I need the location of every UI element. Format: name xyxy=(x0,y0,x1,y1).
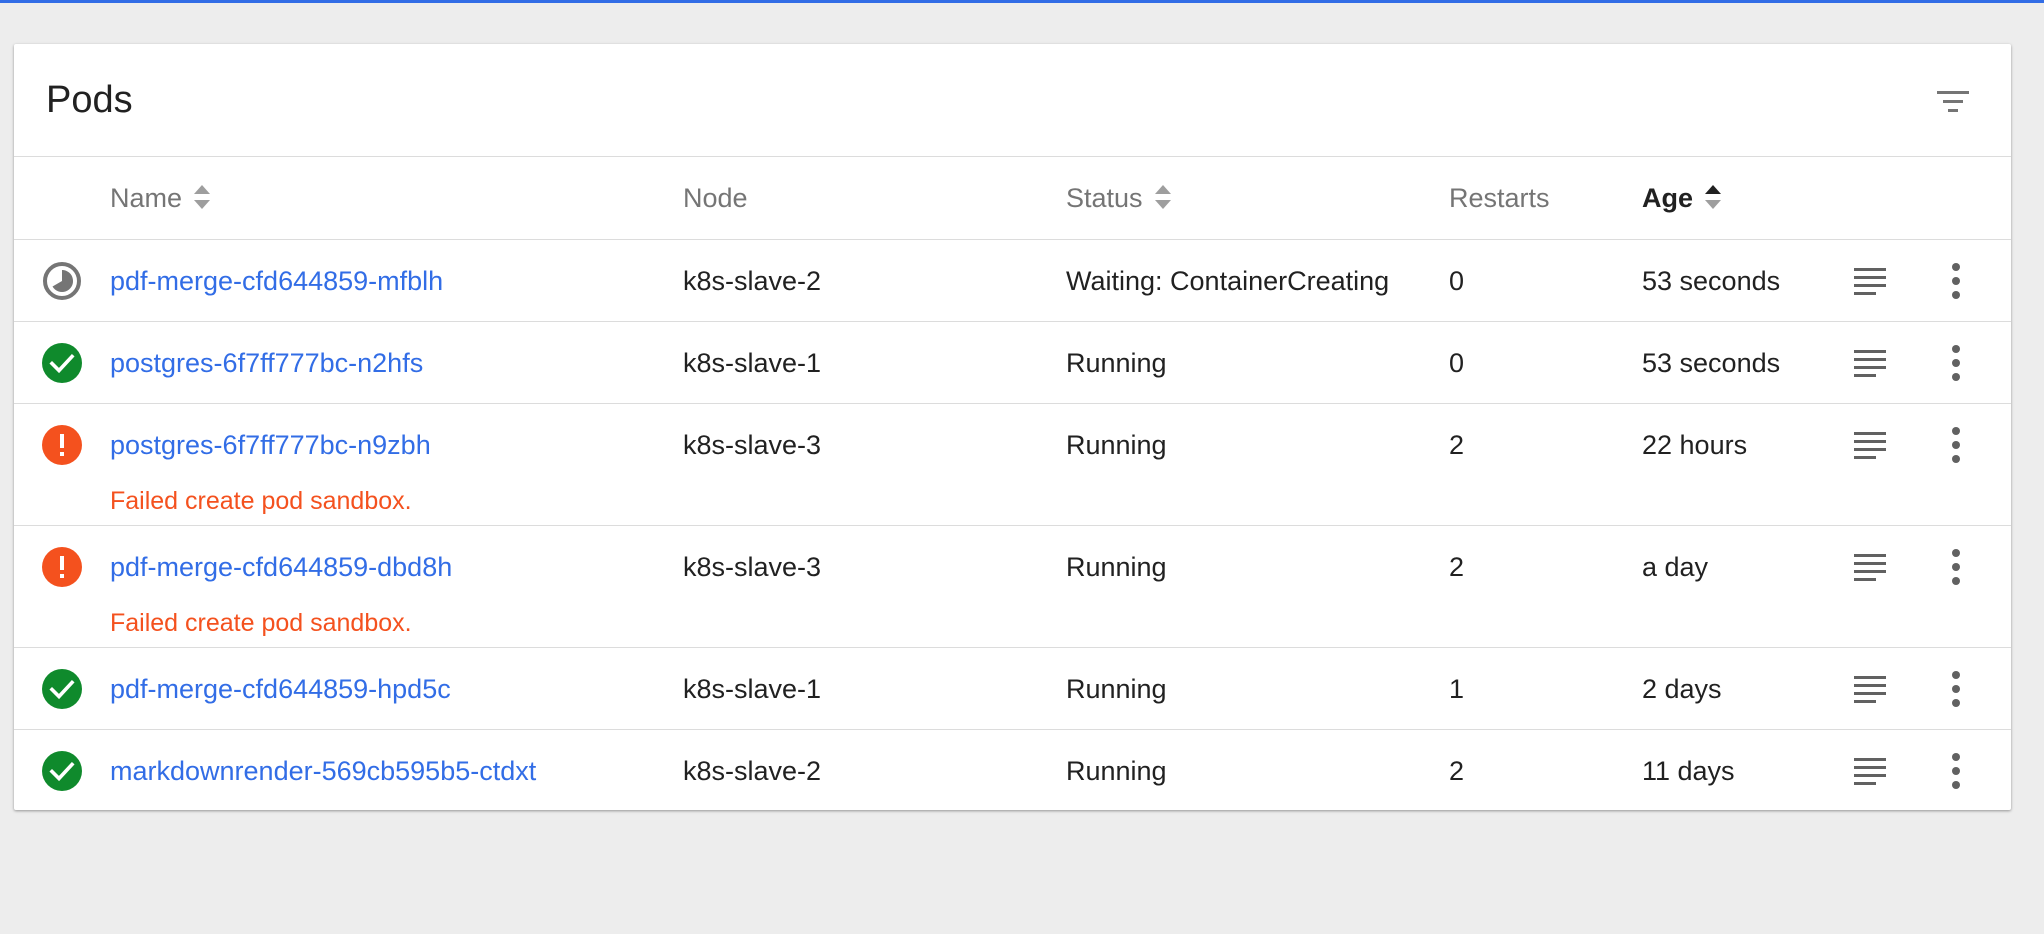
pod-name-link[interactable]: markdownrender-569cb595b5-ctdxt xyxy=(110,730,536,812)
logs-icon[interactable] xyxy=(1852,754,1888,790)
pod-name-link[interactable]: postgres-6f7ff777bc-n9zbh xyxy=(110,404,431,486)
pod-node: k8s-slave-3 xyxy=(683,552,822,582)
table-row: pdf-merge-cfd644859-hpd5c k8s-slave-1 Ru… xyxy=(14,648,2011,730)
pod-restarts: 2 xyxy=(1449,756,1465,786)
pod-age: a day xyxy=(1642,552,1709,582)
more-vert-icon[interactable] xyxy=(1950,670,1962,708)
more-vert-icon[interactable] xyxy=(1950,752,1962,790)
pod-age: 53 seconds xyxy=(1642,266,1781,296)
pod-node: k8s-slave-2 xyxy=(683,756,822,786)
check-circle-icon xyxy=(42,669,82,709)
pod-status: Running xyxy=(1066,756,1167,786)
pod-restarts: 0 xyxy=(1449,348,1465,378)
sort-icon xyxy=(194,184,211,209)
pod-restarts: 2 xyxy=(1449,552,1465,582)
logs-icon[interactable] xyxy=(1852,672,1888,708)
top-accent-bar xyxy=(0,0,2044,3)
pod-age: 2 days xyxy=(1642,674,1722,704)
pod-restarts: 1 xyxy=(1449,674,1465,704)
error-icon xyxy=(42,547,82,587)
pod-status: Waiting: ContainerCreating xyxy=(1066,266,1390,296)
column-label-status: Status xyxy=(1066,183,1143,213)
check-circle-icon xyxy=(42,343,82,383)
more-vert-icon[interactable] xyxy=(1950,426,1962,464)
logs-icon[interactable] xyxy=(1852,264,1888,300)
filter-icon xyxy=(1937,91,1969,112)
logs-icon[interactable] xyxy=(1852,428,1888,464)
pod-status: Running xyxy=(1066,552,1167,582)
more-vert-icon[interactable] xyxy=(1950,262,1962,300)
pod-restarts: 2 xyxy=(1449,430,1465,460)
error-icon xyxy=(42,425,82,465)
pod-restarts: 0 xyxy=(1449,266,1465,296)
card-title: Pods xyxy=(46,79,133,121)
column-header-age[interactable]: Age xyxy=(1642,157,1723,239)
sort-icon xyxy=(1154,184,1171,209)
pod-node: k8s-slave-3 xyxy=(683,430,822,460)
table-row: postgres-6f7ff777bc-n2hfs k8s-slave-1 Ru… xyxy=(14,322,2011,404)
column-header-node: Node xyxy=(683,183,748,213)
pod-name-link[interactable]: pdf-merge-cfd644859-hpd5c xyxy=(110,648,451,730)
pod-age: 22 hours xyxy=(1642,430,1748,460)
filter-button[interactable] xyxy=(1933,82,1973,122)
table-row: pdf-merge-cfd644859-mfblh k8s-slave-2 Wa… xyxy=(14,240,2011,322)
pods-card: Pods Name Node Status Restarts Age pdf-m… xyxy=(14,44,2011,810)
check-circle-icon xyxy=(42,751,82,791)
table-row: postgres-6f7ff777bc-n9zbh k8s-slave-3 Ru… xyxy=(14,404,2011,526)
logs-icon[interactable] xyxy=(1852,550,1888,586)
sort-icon xyxy=(1705,184,1722,209)
more-vert-icon[interactable] xyxy=(1950,344,1962,382)
pod-name-link[interactable]: pdf-merge-cfd644859-dbd8h xyxy=(110,526,452,608)
pod-error-message: Failed create pod sandbox. xyxy=(110,609,412,637)
pod-error-message: Failed create pod sandbox. xyxy=(110,487,412,515)
pod-status: Running xyxy=(1066,430,1167,460)
pod-node: k8s-slave-2 xyxy=(683,266,822,296)
pod-node: k8s-slave-1 xyxy=(683,348,822,378)
more-vert-icon[interactable] xyxy=(1950,548,1962,586)
table-header: Name Node Status Restarts Age xyxy=(14,157,2011,240)
column-header-restarts: Restarts xyxy=(1449,183,1550,213)
column-header-status[interactable]: Status xyxy=(1066,157,1173,239)
column-header-name[interactable]: Name xyxy=(110,157,212,239)
column-label-age: Age xyxy=(1642,183,1694,213)
card-header: Pods xyxy=(14,44,2011,157)
pod-age: 53 seconds xyxy=(1642,348,1781,378)
pod-status: Running xyxy=(1066,674,1167,704)
logs-icon[interactable] xyxy=(1852,346,1888,382)
pod-name-link[interactable]: pdf-merge-cfd644859-mfblh xyxy=(110,240,443,322)
table-row: markdownrender-569cb595b5-ctdxt k8s-slav… xyxy=(14,730,2011,810)
pod-node: k8s-slave-1 xyxy=(683,674,822,704)
pod-name-link[interactable]: postgres-6f7ff777bc-n2hfs xyxy=(110,322,423,404)
pod-status: Running xyxy=(1066,348,1167,378)
table-row: pdf-merge-cfd644859-dbd8h k8s-slave-3 Ru… xyxy=(14,526,2011,648)
pending-icon xyxy=(43,262,81,300)
column-label-name: Name xyxy=(110,183,183,213)
pod-age: 11 days xyxy=(1642,756,1735,786)
